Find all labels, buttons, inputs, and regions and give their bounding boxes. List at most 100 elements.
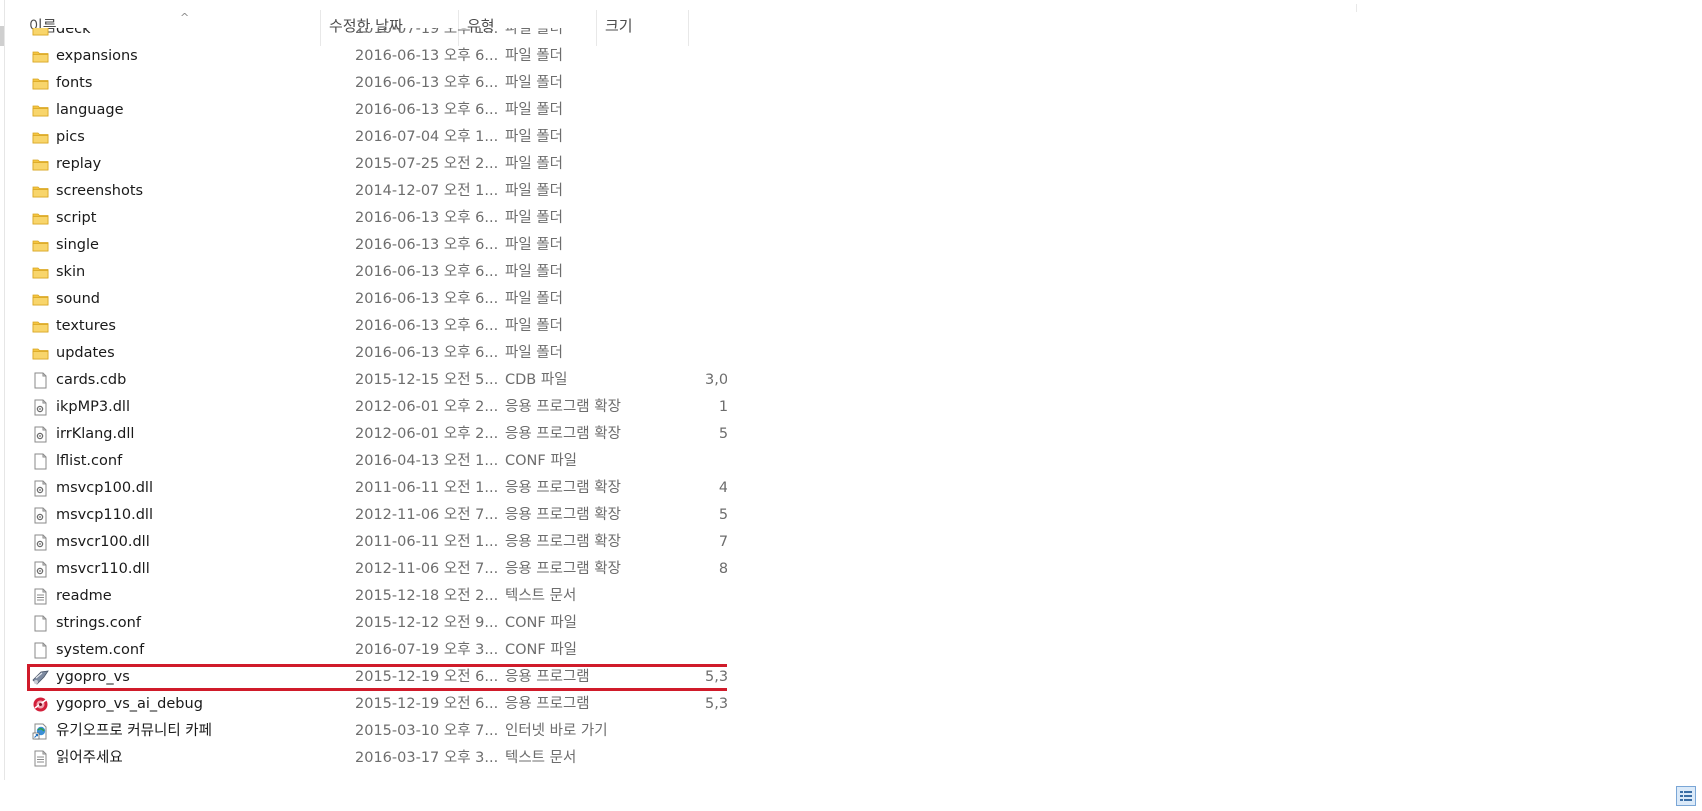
folder-icon xyxy=(32,156,49,173)
folder-icon xyxy=(32,318,49,335)
file-modified-date: 2012-06-01 오후 2... xyxy=(355,426,499,442)
file-row[interactable]: irrKlang.dll 2012-06-01 오후 2... 응용 프로그램 확장… xyxy=(27,421,727,448)
file-row[interactable]: 읽어주세요 2016-03-17 오후 3... 텍스트 문서 2KB xyxy=(27,745,727,772)
navigation-pane-scrollbar[interactable] xyxy=(0,26,4,46)
file-type: 파일 폴더 xyxy=(505,28,563,37)
file-row[interactable]: single 2016-06-13 오후 6... 파일 폴더 xyxy=(27,232,727,259)
folder-icon xyxy=(32,291,49,308)
file-type: 파일 폴더 xyxy=(505,318,563,334)
dll-icon xyxy=(32,534,49,551)
ygopro-debug-app-icon xyxy=(32,696,49,713)
file-name: expansions xyxy=(56,48,138,64)
file-list[interactable]: deck 2016-07-19 오후 1... 파일 폴더 expansions 201… xyxy=(27,28,727,786)
file-row[interactable]: updates 2016-06-13 오후 6... 파일 폴더 xyxy=(27,340,727,367)
file-modified-date: 2011-06-11 오전 1... xyxy=(355,480,499,496)
file-type: 텍스트 문서 xyxy=(505,750,577,766)
dll-icon xyxy=(32,507,49,524)
file-row[interactable]: 유기오프로 커뮤니티 카페 2015-03-10 오후 7... 인터넷 바로 가기… xyxy=(27,718,727,745)
file-row[interactable]: pics 2016-07-04 오후 1... 파일 폴더 xyxy=(27,124,727,151)
dll-icon xyxy=(32,480,49,497)
file-row[interactable]: ygopro_vs_ai_debug 2015-12-19 오전 6... 응용 프… xyxy=(27,691,727,718)
dll-icon xyxy=(32,399,49,416)
file-size: 16KB xyxy=(639,610,727,637)
details-view-icon xyxy=(1680,791,1692,801)
file-icon xyxy=(32,615,49,632)
file-size: 2KB xyxy=(639,745,727,772)
file-row[interactable]: lflist.conf 2016-04-13 오전 1... CONF 파일 31KB xyxy=(27,448,727,475)
file-row[interactable]: language 2016-06-13 오후 6... 파일 폴더 xyxy=(27,97,727,124)
file-modified-date: 2014-12-07 오전 1... xyxy=(355,183,499,199)
file-type: 응용 프로그램 확장 xyxy=(505,399,621,415)
file-modified-date: 2016-06-13 오후 6... xyxy=(355,318,499,334)
highlight-annotation-box xyxy=(27,664,727,691)
file-modified-date: 2015-07-25 오전 2... xyxy=(355,156,499,172)
text-document-icon xyxy=(32,588,49,605)
file-row[interactable]: skin 2016-06-13 오후 6... 파일 폴더 xyxy=(27,259,727,286)
file-type: 파일 폴더 xyxy=(505,210,563,226)
file-type: 응용 프로그램 확장 xyxy=(505,561,621,577)
internet-shortcut-icon xyxy=(32,723,49,740)
details-view-button[interactable] xyxy=(1676,786,1696,806)
file-type: CDB 파일 xyxy=(505,372,568,388)
file-name: replay xyxy=(56,156,102,172)
file-name: msvcr110.dll xyxy=(56,561,150,577)
file-row[interactable]: strings.conf 2015-12-12 오전 9... CONF 파일 16K… xyxy=(27,610,727,637)
file-modified-date: 2015-12-15 오전 5... xyxy=(355,372,499,388)
file-size: 1KB xyxy=(639,718,727,745)
file-modified-date: 2016-06-13 오후 6... xyxy=(355,291,499,307)
file-size: 5,395KB xyxy=(705,696,727,712)
file-modified-date: 2016-06-13 오후 6... xyxy=(355,345,499,361)
file-row[interactable]: msvcp110.dll 2012-11-06 오전 7... 응용 프로그램 확장… xyxy=(27,502,727,529)
file-row[interactable]: system.conf 2016-07-19 오후 3... CONF 파일 1KB xyxy=(27,637,727,664)
file-row[interactable]: msvcp100.dll 2011-06-11 오전 1... 응용 프로그램 확장… xyxy=(27,475,727,502)
file-name: 유기오프로 커뮤니티 카페 xyxy=(56,723,212,739)
file-row[interactable]: fonts 2016-06-13 오후 6... 파일 폴더 xyxy=(27,70,727,97)
file-modified-date: 2015-12-18 오전 2... xyxy=(355,588,499,604)
file-size: 516KB xyxy=(718,426,727,442)
file-size: 412KB xyxy=(718,480,727,496)
file-type: 파일 폴더 xyxy=(505,129,563,145)
file-modified-date: 2016-03-17 오후 3... xyxy=(355,750,499,766)
file-name: ikpMP3.dll xyxy=(56,399,130,415)
file-icon xyxy=(32,453,49,470)
file-type: 인터넷 바로 가기 xyxy=(505,723,608,739)
file-row[interactable]: expansions 2016-06-13 오후 6... 파일 폴더 xyxy=(27,43,727,70)
file-row[interactable]: ikpMP3.dll 2012-06-01 오후 2... 응용 프로그램 확장 16… xyxy=(27,394,727,421)
file-row[interactable]: msvcr110.dll 2012-11-06 오전 7... 응용 프로그램 확장… xyxy=(27,556,727,583)
file-icon xyxy=(32,642,49,659)
file-size: 160KB xyxy=(718,399,727,415)
file-modified-date: 2016-06-13 오후 6... xyxy=(355,210,499,226)
file-type: 응용 프로그램 확장 xyxy=(505,534,621,550)
file-type: 파일 폴더 xyxy=(505,237,563,253)
file-modified-date: 2016-06-13 오후 6... xyxy=(355,75,499,91)
file-row[interactable]: deck 2016-07-19 오후 1... 파일 폴더 xyxy=(27,28,727,43)
folder-icon xyxy=(32,129,49,146)
folder-icon xyxy=(32,75,49,92)
folder-icon xyxy=(32,237,49,254)
file-name: fonts xyxy=(56,75,93,91)
file-type: 텍스트 문서 xyxy=(505,588,577,604)
file-row[interactable]: replay 2015-07-25 오전 2... 파일 폴더 xyxy=(27,151,727,178)
file-row[interactable]: script 2016-06-13 오후 6... 파일 폴더 xyxy=(27,205,727,232)
folder-icon xyxy=(32,102,49,119)
file-row[interactable]: screenshots 2014-12-07 오전 1... 파일 폴더 xyxy=(27,178,727,205)
file-row[interactable]: msvcr100.dll 2011-06-11 오전 1... 응용 프로그램 확장… xyxy=(27,529,727,556)
folder-icon xyxy=(32,183,49,200)
file-size: 31KB xyxy=(639,448,727,475)
file-row-highlighted[interactable]: ygopro_vs2015-12-19 오전 6...응용 프로그램5,303K… xyxy=(27,664,727,691)
file-name: screenshots xyxy=(56,183,144,199)
file-type: 파일 폴더 xyxy=(505,48,563,64)
file-row[interactable]: sound 2016-06-13 오후 6... 파일 폴더 xyxy=(27,286,727,313)
file-name: strings.conf xyxy=(56,615,141,631)
file-modified-date: 2015-03-10 오후 7... xyxy=(355,723,499,739)
file-row[interactable]: readme 2015-12-18 오전 2... 텍스트 문서 5KB xyxy=(27,583,727,610)
file-modified-date: 2015-12-12 오전 9... xyxy=(355,615,499,631)
column-divider xyxy=(1356,4,1357,12)
file-name: readme xyxy=(56,588,112,604)
file-row[interactable]: textures 2016-06-13 오후 6... 파일 폴더 xyxy=(27,313,727,340)
file-row[interactable]: cards.cdb 2015-12-15 오전 5... CDB 파일 3,073KB xyxy=(27,367,727,394)
file-size: 855KB xyxy=(718,561,727,577)
file-size: 3,073KB xyxy=(705,372,727,388)
file-name: skin xyxy=(56,264,86,280)
file-modified-date: 2016-04-13 오전 1... xyxy=(355,453,499,469)
